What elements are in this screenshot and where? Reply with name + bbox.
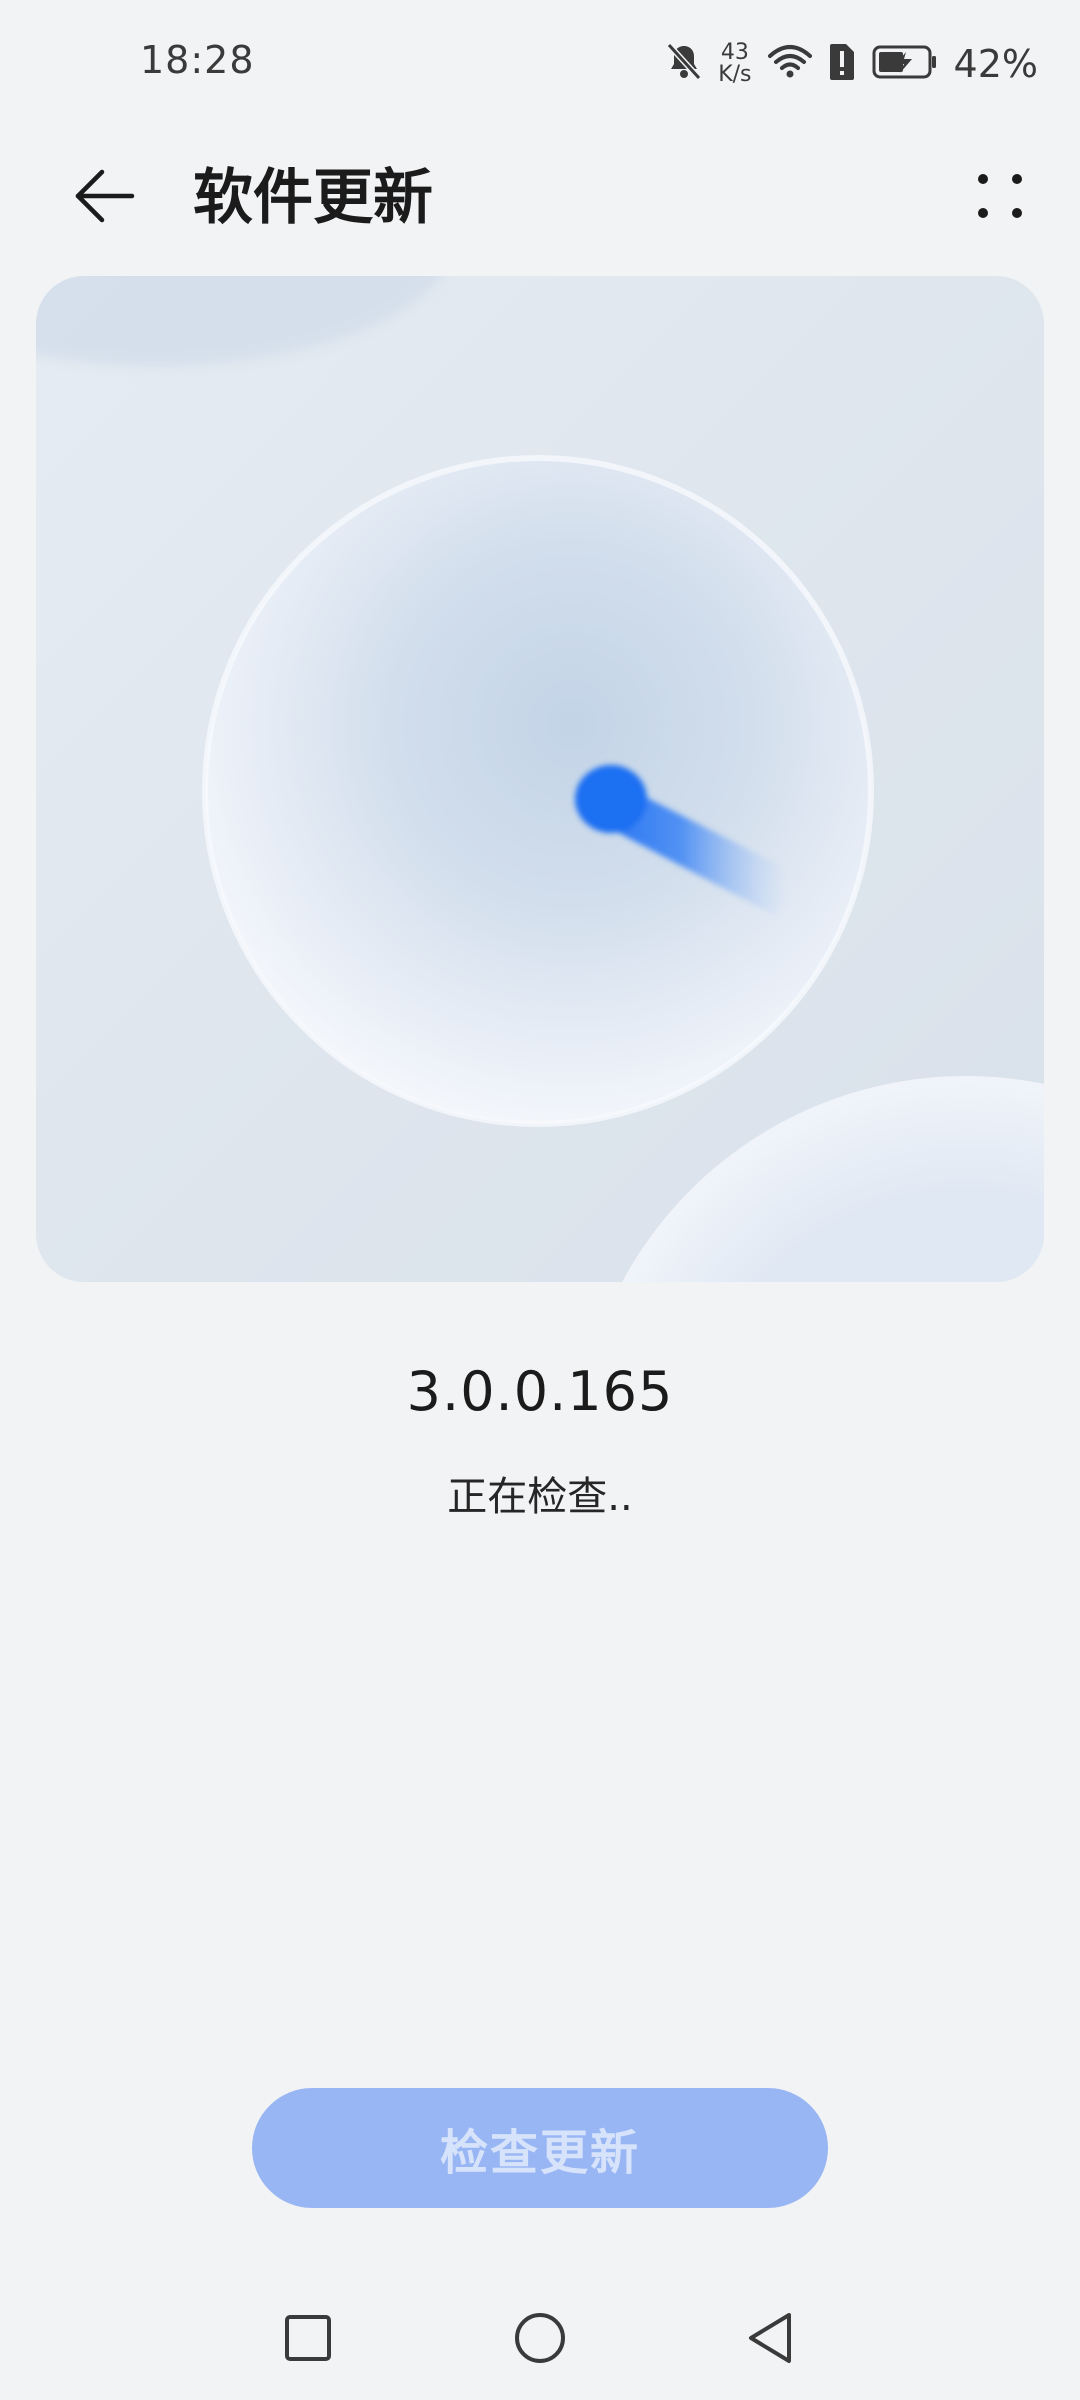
recent-apps-button[interactable]	[268, 2300, 348, 2380]
home-button[interactable]	[500, 2300, 580, 2380]
back-triangle-icon	[745, 2310, 795, 2370]
status-time: 18:28	[140, 38, 255, 82]
net-speed: 43 K/s	[718, 42, 751, 86]
sim-alert-icon	[828, 42, 856, 86]
back-button[interactable]	[60, 158, 150, 238]
version-number: 3.0.0.165	[406, 1360, 674, 1423]
net-speed-unit: K/s	[718, 62, 752, 87]
checking-status: 正在检查..	[447, 1474, 633, 1520]
bell-muted-icon	[666, 42, 702, 86]
update-illustration-card	[36, 276, 1044, 1282]
check-update-button[interactable]: 检查更新	[252, 2088, 828, 2208]
nav-back-button[interactable]	[730, 2300, 810, 2380]
arrow-left-icon	[74, 168, 136, 228]
more-options-button[interactable]	[960, 158, 1040, 238]
app-bar: 软件更新	[0, 140, 1080, 250]
page-title: 软件更新	[193, 163, 433, 233]
net-speed-value: 43	[720, 40, 749, 65]
battery-charging-icon	[872, 44, 938, 84]
home-circle-icon	[512, 2310, 568, 2370]
recent-apps-square-icon	[283, 2313, 333, 2367]
more-dots-icon	[975, 171, 1025, 225]
status-bar: 18:28 43 K/s 42%	[0, 0, 1080, 130]
check-update-label: 检查更新	[439, 2125, 640, 2181]
update-checking-sphere	[36, 276, 1044, 1282]
status-icons: 43 K/s 42%	[666, 38, 1038, 90]
battery-percent: 42%	[953, 42, 1038, 86]
system-navigation-bar	[0, 2280, 1080, 2400]
wifi-icon	[767, 44, 812, 84]
